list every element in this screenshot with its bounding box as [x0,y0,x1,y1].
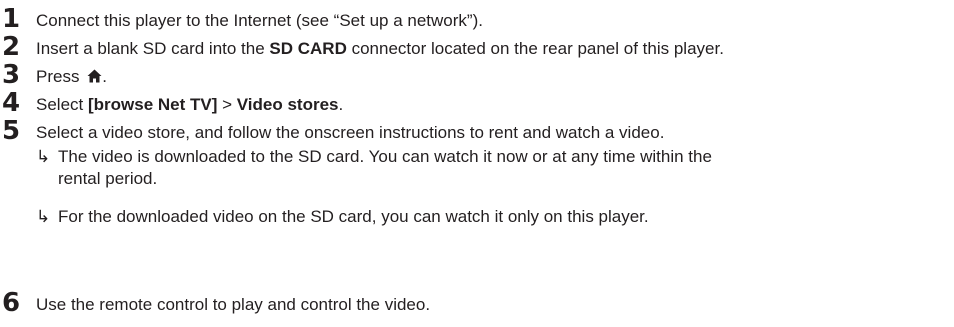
step-number: 2 [2,32,21,62]
step-text-before: Press [36,67,85,86]
home-icon [87,67,102,89]
sd-card-label: SD CARD [269,39,347,58]
step-text-separator: > [217,95,237,114]
step-number: 1 [2,4,21,34]
step-text-before: Select [36,95,88,114]
step-text: Press . [36,66,107,89]
step-number: 3 [2,60,21,90]
step-text-after: connector located on the rear panel of t… [346,39,724,58]
menu-browse-net-tv: [browse Net TV] [87,95,218,114]
step-number: 6 [2,288,21,318]
result-arrow-icon: ↳ [36,207,51,227]
step-text: Select [browse Net TV] > Video stores. [36,94,343,116]
menu-video-stores: Video stores [236,95,339,114]
step-text: Insert a blank SD card into the SD CARD … [36,38,724,60]
step-number: 4 [2,88,21,118]
step-number: 5 [2,116,21,146]
step-text: Connect this player to the Internet (see… [36,11,483,30]
step-text-after: . [338,95,344,114]
result-text: The video is downloaded to the SD card. … [58,146,938,190]
result-arrow-icon: ↳ [36,147,51,167]
step-text: Select a video store, and follow the ons… [36,123,665,142]
step-text-before: Insert a blank SD card into the [36,39,270,58]
step-text-after: . [102,67,107,86]
result-text-line: rental period. [58,169,158,188]
result-text-line: For the downloaded video on the SD card,… [58,207,649,226]
result-text-line: The video is downloaded to the SD card. … [58,147,712,166]
step-text: Use the remote control to play and contr… [36,295,431,314]
result-text: For the downloaded video on the SD card,… [58,206,938,228]
